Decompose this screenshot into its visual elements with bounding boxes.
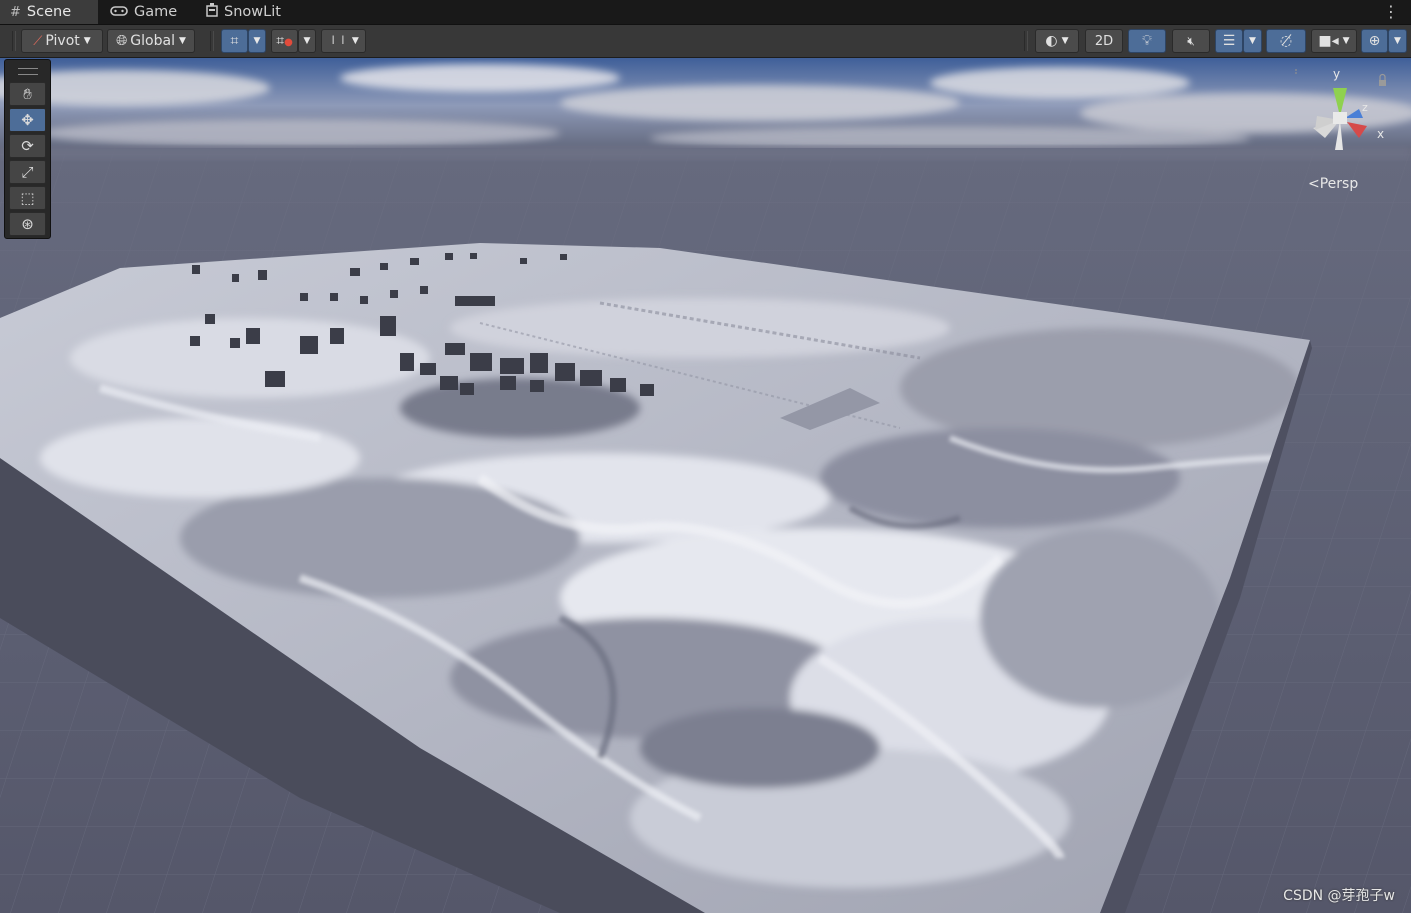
tab-game-label: Game <box>134 4 178 20</box>
audio-toggle[interactable]: 🔇︎ <box>1172 29 1210 53</box>
global-dropdown[interactable]: 🌐︎ Global ▼ <box>107 29 195 53</box>
effects-icon: ☰ <box>1222 33 1236 49</box>
draw-mode-dropdown[interactable]: ◐ ▼ <box>1035 29 1079 53</box>
axis-z-label: z <box>1362 101 1368 114</box>
hand-icon: ✋︎ <box>23 85 32 103</box>
chevron-down-icon: ▼ <box>1249 36 1256 46</box>
grid-snap-toggle[interactable]: ⌗ <box>221 29 248 53</box>
camera-icon: ■◂ <box>1318 33 1339 49</box>
projection-label: Persp <box>1319 176 1359 192</box>
snap-increment-icon: ⌗● <box>276 33 293 49</box>
global-label: Global <box>130 33 175 49</box>
2d-mode-label: 2D <box>1094 33 1114 49</box>
axis-x-label: x <box>1377 127 1385 141</box>
ruler-dropdown[interactable]: 𝍷𝍷 ▼ <box>321 29 366 53</box>
chevron-down-icon: ▼ <box>1061 36 1069 46</box>
effects-dropdown[interactable]: ▼ <box>1243 29 1262 53</box>
perspective-icon: < <box>1308 176 1320 192</box>
ruler-icon: 𝍷𝍷 <box>328 32 348 47</box>
chevron-down-icon: ▼ <box>253 36 261 46</box>
tab-snowlit[interactable]: SnowLit <box>196 0 296 24</box>
tab-snowlit-label: SnowLit <box>224 4 281 20</box>
scale-icon: ⤢ <box>21 163 34 181</box>
chevron-down-icon: ▼ <box>83 36 91 46</box>
toolbar-divider <box>1024 31 1028 51</box>
chevron-down-icon: ▼ <box>351 36 359 46</box>
tab-game[interactable]: Game <box>100 0 190 24</box>
transform-icon: ⊛ <box>21 215 34 233</box>
tab-scene[interactable]: # Scene <box>0 0 98 24</box>
chevron-down-icon: ▼ <box>1394 36 1401 46</box>
scene-visibility-toggle[interactable]: ◌̸ <box>1266 29 1306 53</box>
grid-icon: # <box>10 4 21 20</box>
audio-mute-icon: 🔇︎ <box>1187 33 1195 48</box>
hierarchy-icon <box>206 3 218 21</box>
scene-camera-dropdown[interactable]: ■◂ ▼ <box>1311 29 1357 53</box>
2d-mode-toggle[interactable]: 2D <box>1085 29 1123 53</box>
scene-toolbar: ⟋ Pivot ▼ 🌐︎ Global ▼ ⌗ ▼ ⌗● ▼ 𝍷𝍷 ▼ ◐ ▼ … <box>0 25 1411 58</box>
globe-icon: 🌐︎ <box>116 33 128 49</box>
drag-handle[interactable] <box>18 68 38 75</box>
grid-snap-icon: ⌗ <box>230 33 239 49</box>
gizmo-globe-icon: ⊕ <box>1368 33 1381 49</box>
rect-transform-icon: ⬚ <box>20 189 35 207</box>
gizmos-dropdown[interactable]: ▼ <box>1388 29 1407 53</box>
shading-mode-icon: ◐ <box>1045 33 1058 49</box>
eye-hidden-icon: ◌̸ <box>1279 33 1293 49</box>
scene-render <box>0 58 1411 913</box>
gizmos-toggle[interactable]: ⊕ <box>1361 29 1388 53</box>
rotate-tool-button[interactable]: ⟳ <box>9 134 46 158</box>
pivot-label: Pivot <box>45 33 80 49</box>
lighting-toggle[interactable]: 💡︎ <box>1128 29 1166 53</box>
tab-bar: # Scene Game SnowLit ⋮ <box>0 0 1411 25</box>
chevron-down-icon: ▼ <box>1342 36 1350 46</box>
chevron-down-icon: ▼ <box>303 36 311 46</box>
move-icon: ✥ <box>21 111 34 129</box>
pivot-icon: ⟋ <box>33 33 43 49</box>
grid-snap-dropdown[interactable]: ▼ <box>248 29 266 53</box>
watermark: CSDN @芽孢子w <box>1283 888 1395 904</box>
scene-viewport[interactable]: ✋︎ ✥ ⟳ ⤢ ⬚ ⊛ y z x <Persp CSDN @芽孢子w <box>0 58 1411 913</box>
tool-palette: ✋︎ ✥ ⟳ ⤢ ⬚ ⊛ <box>4 59 51 239</box>
gamepad-icon <box>110 5 128 20</box>
projection-toggle[interactable]: <Persp <box>1308 176 1358 192</box>
increment-snap-toggle[interactable]: ⌗● <box>271 29 298 53</box>
axis-y-label: y <box>1333 67 1341 81</box>
move-tool-button[interactable]: ✥ <box>9 108 46 132</box>
tab-scene-label: Scene <box>26 4 72 20</box>
effects-toggle[interactable]: ☰ <box>1215 29 1243 53</box>
toolbar-divider <box>12 31 16 51</box>
increment-snap-dropdown[interactable]: ▼ <box>298 29 316 53</box>
transform-tool-button[interactable]: ⊛ <box>9 212 46 236</box>
hand-tool-button[interactable]: ✋︎ <box>9 82 46 106</box>
more-options-icon[interactable]: ⋮ <box>1383 2 1399 21</box>
rect-tool-button[interactable]: ⬚ <box>9 186 46 210</box>
rotate-icon: ⟳ <box>21 137 34 155</box>
chevron-down-icon: ▼ <box>178 36 186 46</box>
toolbar-divider <box>210 31 214 51</box>
axis-gizmo-icon <box>1285 69 1386 150</box>
pivot-dropdown[interactable]: ⟋ Pivot ▼ <box>21 29 103 53</box>
scale-tool-button[interactable]: ⤢ <box>9 160 46 184</box>
light-bulb-icon: 💡︎ <box>1142 33 1152 49</box>
